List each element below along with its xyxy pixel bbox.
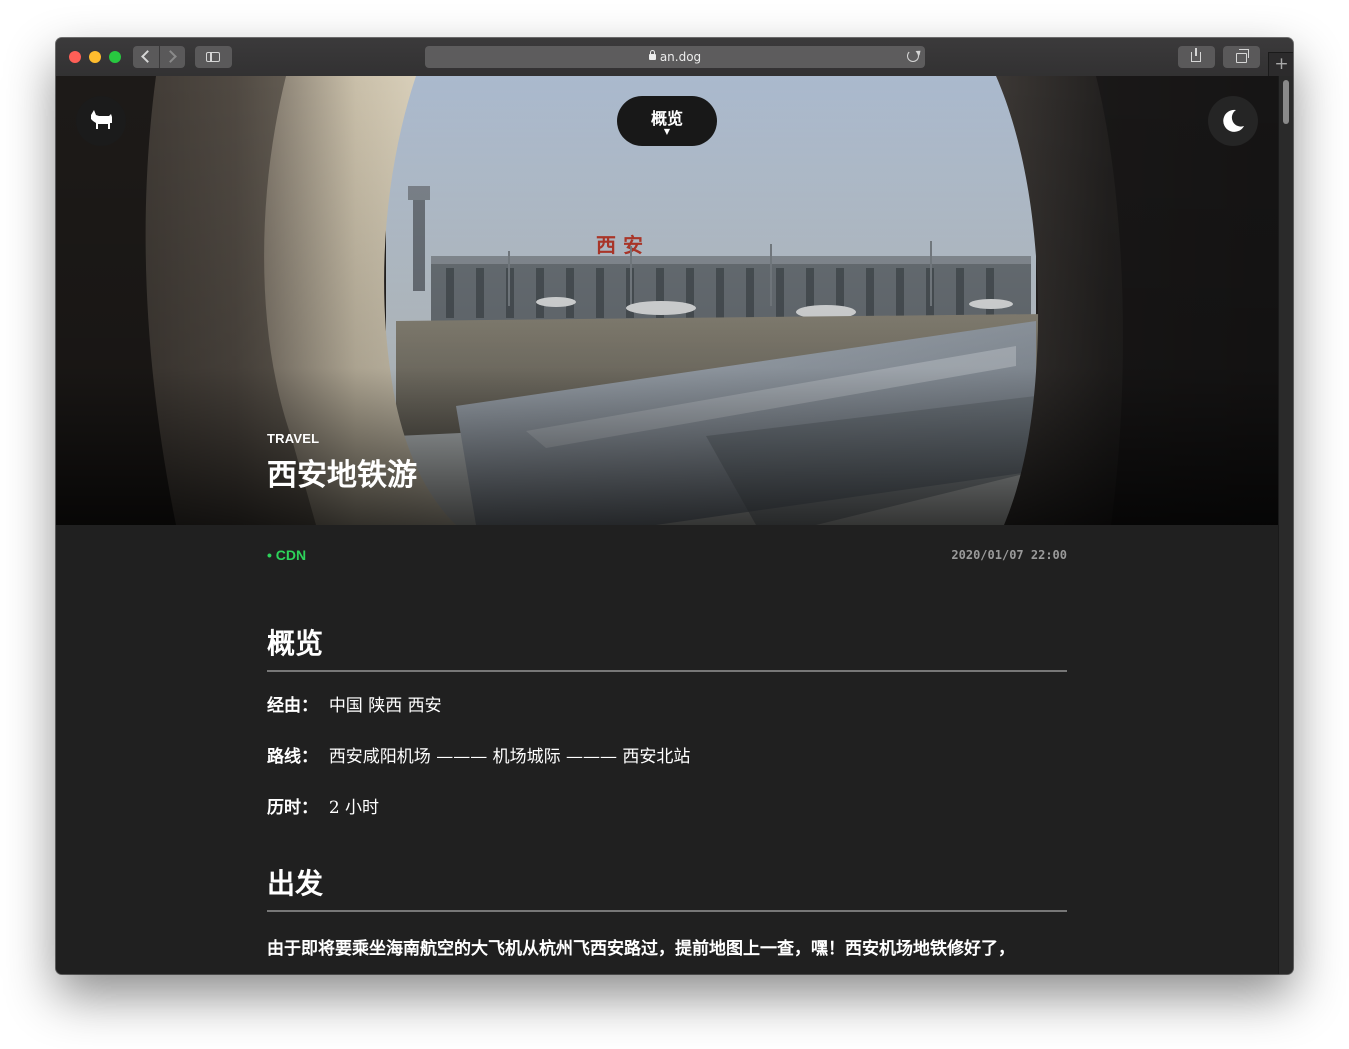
route-label: 路线：	[267, 747, 318, 767]
back-button[interactable]	[133, 46, 159, 68]
post-tag-link[interactable]: • CDN	[267, 547, 306, 563]
info-row-duration: 历时： 2 小时	[267, 796, 379, 820]
theme-toggle-button[interactable]	[1208, 96, 1258, 146]
hero-banner: 西 安	[56, 76, 1278, 525]
tabs-icon	[1236, 49, 1249, 63]
duration-value: 2 小时	[328, 798, 380, 818]
post-title: 西安地铁游	[267, 458, 417, 493]
chevron-right-icon	[164, 50, 177, 63]
dog-icon	[91, 110, 112, 129]
forward-button[interactable]	[159, 46, 186, 68]
table-of-contents-button[interactable]: 概览 ▼	[617, 96, 717, 146]
scrollbar-thumb[interactable]	[1283, 80, 1289, 124]
toc-label: 概览	[650, 109, 683, 128]
duration-label: 历时：	[267, 798, 318, 818]
url-display: an.dog	[425, 46, 925, 68]
sidebar-icon	[206, 52, 220, 62]
depart-paragraph: 由于即将要乘坐海南航空的大飞机从杭州飞西安路过，提前地图上一查，嘿！西安机场地铁…	[267, 939, 1015, 959]
post-date: 2020/01/07 22:00	[951, 548, 1067, 562]
via-value: 中国 陕西 西安	[328, 696, 442, 716]
title-bar: an.dog +	[56, 38, 1293, 77]
share-button[interactable]	[1178, 46, 1215, 68]
via-label: 经由：	[267, 696, 318, 716]
close-window-button[interactable]	[69, 51, 81, 63]
section-heading-depart: 出发	[267, 864, 1067, 912]
tab-overview-button[interactable]	[1223, 46, 1260, 68]
caret-down-icon: ▼	[663, 127, 671, 136]
moon-icon	[1223, 109, 1244, 132]
url-text: an.dog	[659, 50, 702, 64]
reload-icon[interactable]	[907, 50, 919, 62]
address-bar[interactable]: an.dog	[425, 46, 925, 68]
history-nav	[133, 46, 185, 68]
lock-icon	[648, 50, 656, 60]
page-viewport: 西 安	[56, 76, 1278, 974]
share-icon	[1191, 48, 1201, 62]
browser-window: an.dog + 概览 ▼ TRAVEL 西安地铁游 • CDN 2020/01…	[56, 38, 1293, 974]
sidebar-toggle-button[interactable]	[195, 46, 232, 68]
info-row-route: 路线： 西安咸阳机场 ——— 机场城际 ——— 西安北站	[267, 745, 690, 769]
new-tab-button[interactable]: +	[1268, 52, 1293, 77]
vertical-scrollbar[interactable]	[1278, 76, 1293, 974]
zoom-window-button[interactable]	[109, 51, 121, 63]
chevron-left-icon	[141, 50, 154, 63]
minimize-window-button[interactable]	[89, 51, 101, 63]
section-heading-overview: 概览	[267, 624, 1067, 672]
post-category[interactable]: TRAVEL	[267, 431, 319, 446]
site-logo-button[interactable]	[76, 96, 126, 146]
route-value: 西安咸阳机场 ——— 机场城际 ——— 西安北站	[328, 747, 691, 767]
info-row-via: 经由： 中国 陕西 西安	[267, 694, 442, 718]
